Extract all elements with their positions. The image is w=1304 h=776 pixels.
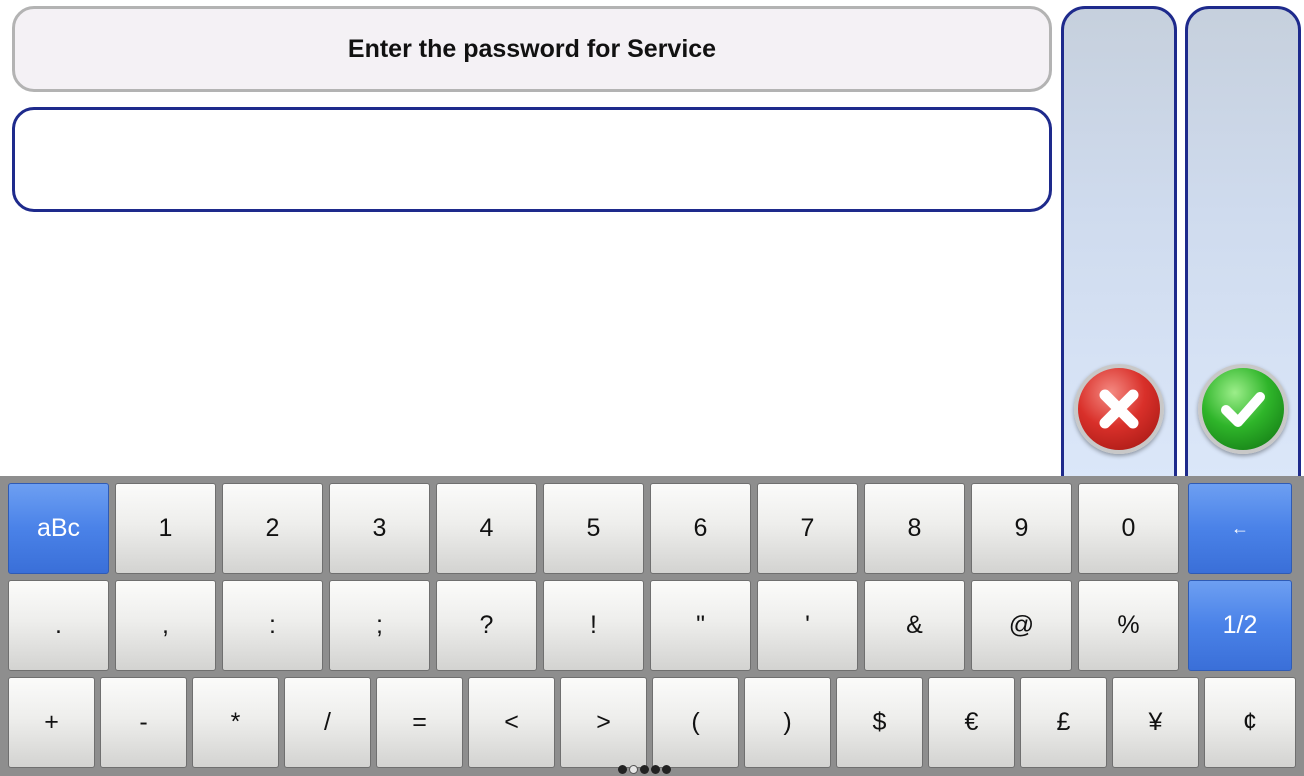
key-dollar[interactable]: $ — [836, 677, 923, 768]
key-2[interactable]: 2 — [222, 483, 323, 574]
key-asterisk[interactable]: * — [192, 677, 279, 768]
key-comma[interactable]: , — [115, 580, 216, 671]
key-open-paren[interactable]: ( — [652, 677, 739, 768]
backspace-key[interactable]: ← — [1188, 483, 1292, 574]
key-percent[interactable]: % — [1078, 580, 1179, 671]
page-dot — [662, 765, 671, 774]
page-indicator — [618, 765, 671, 774]
key-apostrophe[interactable]: ' — [757, 580, 858, 671]
key-case-toggle[interactable]: aBc — [8, 483, 109, 574]
key-5[interactable]: 5 — [543, 483, 644, 574]
key-4[interactable]: 4 — [436, 483, 537, 574]
key-euro[interactable]: € — [928, 677, 1015, 768]
key-yen[interactable]: ¥ — [1112, 677, 1199, 768]
page-toggle-key[interactable]: 1/2 — [1188, 580, 1292, 671]
key-question[interactable]: ? — [436, 580, 537, 671]
key-greater-than[interactable]: > — [560, 677, 647, 768]
key-colon[interactable]: : — [222, 580, 323, 671]
key-close-paren[interactable]: ) — [744, 677, 831, 768]
page-dot — [640, 765, 649, 774]
key-6[interactable]: 6 — [650, 483, 751, 574]
checkmark-icon — [1198, 364, 1288, 454]
key-minus[interactable]: - — [100, 677, 187, 768]
key-3[interactable]: 3 — [329, 483, 430, 574]
key-at[interactable]: @ — [971, 580, 1072, 671]
key-7[interactable]: 7 — [757, 483, 858, 574]
key-slash[interactable]: / — [284, 677, 371, 768]
key-0[interactable]: 0 — [1078, 483, 1179, 574]
key-cent[interactable]: ¢ — [1204, 677, 1296, 768]
key-plus[interactable]: + — [8, 677, 95, 768]
key-pound[interactable]: £ — [1020, 677, 1107, 768]
key-1[interactable]: 1 — [115, 483, 216, 574]
key-period[interactable]: . — [8, 580, 109, 671]
page-dot — [651, 765, 660, 774]
confirm-button[interactable] — [1185, 6, 1301, 526]
password-input[interactable] — [12, 107, 1052, 212]
key-semicolon[interactable]: ; — [329, 580, 430, 671]
page-dot — [618, 765, 627, 774]
page-dot-active — [629, 765, 638, 774]
key-9[interactable]: 9 — [971, 483, 1072, 574]
on-screen-keyboard: aBc 1 2 3 4 5 6 7 8 9 0 ← . , : ; ? ! " … — [0, 476, 1304, 776]
key-exclamation[interactable]: ! — [543, 580, 644, 671]
close-icon — [1074, 364, 1164, 454]
cancel-button[interactable] — [1061, 6, 1177, 526]
key-equals[interactable]: = — [376, 677, 463, 768]
password-prompt-title: Enter the password for Service — [12, 6, 1052, 92]
key-less-than[interactable]: < — [468, 677, 555, 768]
key-ampersand[interactable]: & — [864, 580, 965, 671]
key-8[interactable]: 8 — [864, 483, 965, 574]
key-double-quote[interactable]: " — [650, 580, 751, 671]
